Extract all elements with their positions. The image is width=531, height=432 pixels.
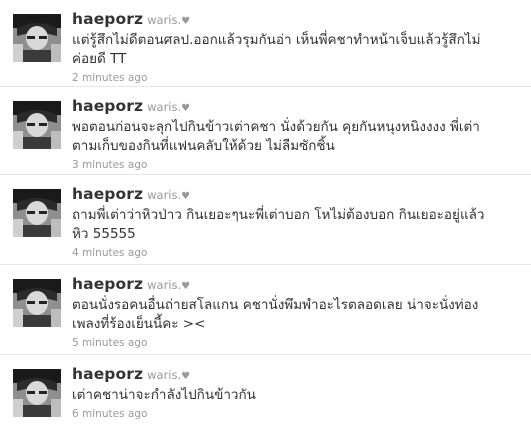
- tweet-text: แต่รู้สึกไม่ดีตอนศลป.ออกแล้วรุมกันอ่า เห…: [72, 31, 525, 69]
- tweet-text: ตอนนั่งรอคนอื่นถ่ายสโลแกน คชานั่งพึมพำอะ…: [72, 296, 525, 334]
- avatar[interactable]: [13, 101, 61, 149]
- avatar[interactable]: [13, 189, 61, 237]
- username-link[interactable]: haeporz: [72, 10, 143, 28]
- display-name: waris.: [147, 368, 182, 382]
- tweet-item: haeporz waris.♥ ตอนนั่งรอคนอื่นถ่ายสโลแกน…: [0, 265, 531, 355]
- display-name: waris.: [147, 188, 182, 202]
- display-name: waris.: [147, 278, 182, 292]
- tweet-text: เต่าคชาน่าจะกำลังไปกินข้าวกัน: [72, 386, 525, 405]
- heart-icon: ♥: [181, 191, 191, 202]
- tweet-text-line: ตอนนั่งรอคนอื่นถ่ายสโลแกน คชานั่งพึมพำอะ…: [72, 297, 479, 313]
- tweet-timestamp[interactable]: 3 minutes ago: [72, 158, 525, 172]
- tweet-text-line: แต่รู้สึกไม่ดีตอนศลป.ออกแล้วรุมกันอ่า เห…: [72, 32, 481, 48]
- tweet-timestamp[interactable]: 6 minutes ago: [72, 407, 525, 421]
- display-name: waris.: [147, 13, 182, 27]
- heart-icon: ♥: [181, 371, 191, 382]
- tweet-text-line: ถามพี่เต่าว่าหิวป่าว กินเยอะๆนะพี่เต่าบอ…: [72, 207, 485, 223]
- heart-icon: ♥: [181, 103, 191, 114]
- heart-icon: ♥: [181, 281, 191, 292]
- timeline: haeporz waris.♥ แต่รู้สึกไม่ดีตอนศลป.ออกแ…: [0, 0, 531, 432]
- avatar[interactable]: [13, 279, 61, 327]
- tweet-timestamp[interactable]: 4 minutes ago: [72, 246, 525, 260]
- display-name: waris.: [147, 100, 182, 114]
- avatar[interactable]: [13, 369, 61, 417]
- avatar[interactable]: [13, 14, 61, 62]
- heart-icon: ♥: [181, 16, 191, 27]
- tweet-item: haeporz waris.♥ ถามพี่เต่าว่าหิวป่าว กินเ…: [0, 175, 531, 265]
- username-link[interactable]: haeporz: [72, 185, 143, 203]
- tweet-text-line: ตามเก็บของกินที่แฟนคลับให้ด้วย ไม่ลืมซัก…: [72, 138, 335, 154]
- tweet-text-line: หิว 55555: [72, 226, 136, 242]
- tweet-timestamp[interactable]: 5 minutes ago: [72, 336, 525, 350]
- tweet-text-line: พอตอนก่อนจะลุกไปกินข้าวเต่าคชา นั่งด้วยก…: [72, 119, 480, 135]
- tweet-timestamp[interactable]: 2 minutes ago: [72, 71, 525, 85]
- tweet-item: haeporz waris.♥ แต่รู้สึกไม่ดีตอนศลป.ออกแ…: [0, 0, 531, 87]
- tweet-text-line: เพลงที่ร้องเย็นนี้คะ ><: [72, 316, 206, 332]
- username-link[interactable]: haeporz: [72, 97, 143, 115]
- tweet-item: haeporz waris.♥ เต่าคชาน่าจะกำลังไปกินข้า…: [0, 355, 531, 432]
- username-link[interactable]: haeporz: [72, 365, 143, 383]
- tweet-text-line: เต่าคชาน่าจะกำลังไปกินข้าวกัน: [72, 387, 256, 403]
- tweet-item: haeporz waris.♥ พอตอนก่อนจะลุกไปกินข้าวเต…: [0, 87, 531, 175]
- tweet-text-line: ค่อยดี TT: [72, 51, 127, 67]
- tweet-text: ถามพี่เต่าว่าหิวป่าว กินเยอะๆนะพี่เต่าบอ…: [72, 206, 525, 244]
- tweet-text: พอตอนก่อนจะลุกไปกินข้าวเต่าคชา นั่งด้วยก…: [72, 118, 525, 156]
- username-link[interactable]: haeporz: [72, 275, 143, 293]
